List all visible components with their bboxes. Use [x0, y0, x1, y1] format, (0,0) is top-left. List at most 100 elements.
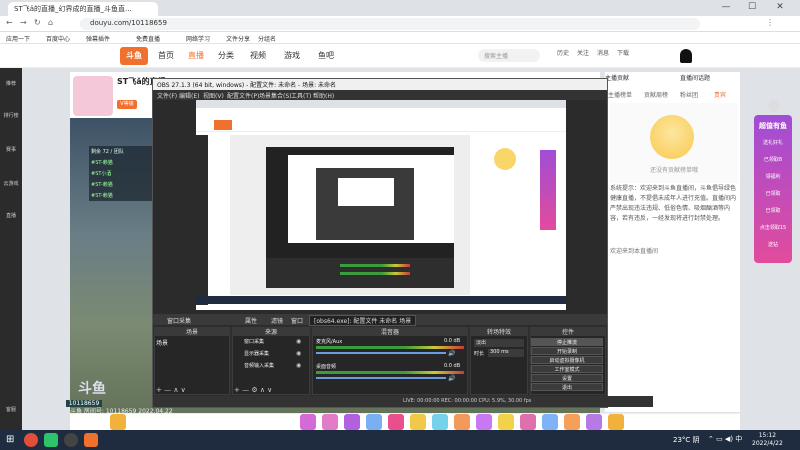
mixer-volume-slider[interactable] [316, 377, 446, 379]
exit-button[interactable]: 退出 [531, 383, 603, 391]
promo-item[interactable]: 已领取 [754, 207, 792, 214]
promo-item[interactable]: 已领取 [754, 190, 792, 197]
browser-tab[interactable]: ST飞ǎ的直播_幻界成的直播_斗鱼直... [8, 2, 158, 16]
minimize-icon[interactable]: — [716, 2, 736, 14]
sidebar-item-live[interactable]: 直播 [2, 212, 20, 219]
bookmark-item[interactable]: 弹幕插件 [86, 34, 110, 43]
visibility-icon[interactable]: ◉ [296, 338, 301, 345]
mixer-volume-slider[interactable] [316, 352, 446, 354]
visibility-icon[interactable]: ◉ [296, 362, 301, 369]
gift-icon[interactable] [110, 414, 126, 430]
douyu-logo[interactable]: 斗鱼 [120, 47, 148, 65]
source-item[interactable]: 音频输入采集 [244, 362, 274, 369]
weather-widget[interactable]: 23°C 阴 [673, 435, 700, 445]
gift-icon[interactable] [388, 414, 404, 430]
download-icon[interactable]: 下载 [614, 48, 632, 57]
gift-icon[interactable] [300, 414, 316, 430]
wechat-icon[interactable] [44, 433, 58, 447]
url-input[interactable]: douyu.com/10118659 [80, 18, 700, 30]
bookmark-item[interactable]: 百度中心 [46, 34, 70, 43]
scene-item[interactable]: 场景 [156, 338, 168, 347]
obs-menu-edit[interactable]: 编辑(E) [179, 91, 199, 100]
gift-icon[interactable] [564, 414, 580, 430]
obs-menu-tools[interactable]: 工具(T) [291, 91, 311, 100]
menu-icon[interactable]: ⋮ [766, 18, 774, 27]
tab-fans[interactable]: 粉丝团 [680, 90, 698, 99]
nav-yuba[interactable]: 鱼吧 [318, 50, 334, 61]
home-icon[interactable]: ⌂ [48, 18, 53, 27]
obs-taskbar-icon[interactable] [64, 433, 78, 447]
nav-live[interactable]: 直播 [188, 50, 204, 61]
gift-icon[interactable] [498, 414, 514, 430]
chrome-icon[interactable] [24, 433, 38, 447]
forward-icon[interactable]: → [20, 18, 27, 27]
bookmark-item[interactable]: 免费直播 [136, 34, 160, 43]
history-icon[interactable]: 历史 [554, 48, 572, 57]
reload-icon[interactable]: ↻ [34, 18, 41, 27]
gift-icon[interactable] [344, 414, 360, 430]
obs-menu-file[interactable]: 文件(F) [157, 91, 177, 100]
tab-weekly[interactable]: 贡献周榜 [644, 90, 668, 99]
promo-item[interactable]: 送钻 [754, 241, 792, 248]
search-input[interactable]: 搜索主播 [478, 49, 540, 62]
sidebar-item-recommend[interactable]: 推荐 [2, 80, 20, 87]
gift-icon[interactable] [542, 414, 558, 430]
gift-icon[interactable] [608, 414, 624, 430]
maximize-icon[interactable]: ☐ [742, 2, 762, 14]
obs-menu-scenes[interactable]: 场景集合(S) [259, 91, 292, 100]
source-item[interactable]: 显示器采集 [244, 350, 269, 357]
obs-menu-profile[interactable]: 配置文件(P) [227, 91, 259, 100]
sidebar-item-rank[interactable]: 排行榜 [2, 112, 20, 119]
taskbar-clock[interactable]: 15:12 2022/4/22 [752, 432, 783, 448]
virtual-camera-button[interactable]: 启动虚拟摄像机 [531, 356, 603, 364]
obs-menu-help[interactable]: 帮助(H) [313, 91, 334, 100]
obs-properties-button[interactable]: 属性 [245, 316, 257, 325]
streamer-avatar[interactable] [73, 76, 113, 116]
gift-icon[interactable] [432, 414, 448, 430]
settings-button[interactable]: 设置 [531, 374, 603, 382]
windows-start-icon[interactable]: ⊞ [6, 434, 14, 445]
gift-icon[interactable] [476, 414, 492, 430]
studio-mode-button[interactable]: 工作室模式 [531, 365, 603, 373]
obs-window-select[interactable]: [obs64.exe]: 配置文件 未命名 场景 [309, 315, 417, 326]
mixer-mute-icon[interactable]: 🔊 [448, 350, 455, 357]
bookmark-item[interactable]: 网络学习 [186, 34, 210, 43]
gift-icon[interactable] [586, 414, 602, 430]
scene-controls[interactable]: + — ∧ ∨ [156, 386, 186, 394]
gift-icon[interactable] [454, 414, 470, 430]
sidebar-item-service[interactable]: 客服 [2, 406, 20, 413]
nav-game[interactable]: 游戏 [284, 50, 300, 61]
nav-category[interactable]: 分类 [218, 50, 234, 61]
gift-icon[interactable] [322, 414, 338, 430]
bookmark-item[interactable]: 分组名 [258, 34, 276, 43]
tab-anchor-rank[interactable]: 主播榜单 [608, 90, 632, 99]
transition-duration-input[interactable]: 300 ms [488, 349, 524, 357]
start-recording-button[interactable]: 开始录制 [531, 347, 603, 355]
stop-streaming-button[interactable]: 停止推流 [531, 338, 603, 346]
bookmark-item[interactable]: 应用一下 [6, 34, 30, 43]
close-icon[interactable]: ✕ [770, 2, 790, 14]
obs-filters-button[interactable]: 滤镜 [271, 316, 283, 325]
visibility-icon[interactable]: ◉ [296, 350, 301, 357]
follow-icon[interactable]: 关注 [574, 48, 592, 57]
nav-video[interactable]: 视频 [250, 50, 266, 61]
promo-item[interactable]: 领福利 [754, 173, 792, 180]
system-tray-icons[interactable]: ⌃ ▭ ◀) 中 [708, 434, 742, 444]
promo-banner[interactable]: 超值有鱼 送礼好礼 已领取8 领福利 已领取 已领取 点击领取15 送钻 [754, 115, 792, 263]
sidebar-item-cloudgame[interactable]: 云游戏 [2, 180, 20, 187]
tab-vip[interactable]: 贵宾 [714, 90, 726, 99]
promo-item[interactable]: 点击领取15 [754, 224, 792, 231]
gift-icon[interactable] [366, 414, 382, 430]
promo-item[interactable]: 已领取8 [754, 156, 792, 163]
user-avatar[interactable] [680, 49, 692, 63]
back-icon[interactable]: ← [6, 18, 13, 27]
source-controls[interactable]: + — ⚙ ∧ ∨ [234, 386, 272, 394]
promo-item[interactable]: 送礼好礼 [754, 139, 792, 146]
bookmark-item[interactable]: 文件分享 [226, 34, 250, 43]
scroll-top-icon[interactable] [768, 100, 780, 112]
gift-icon[interactable] [410, 414, 426, 430]
mixer-mute-icon[interactable]: 🔊 [448, 375, 455, 382]
sidebar-item-match[interactable]: 赛事 [2, 146, 20, 153]
douyu-taskbar-icon[interactable] [84, 433, 98, 447]
gift-icon[interactable] [520, 414, 536, 430]
